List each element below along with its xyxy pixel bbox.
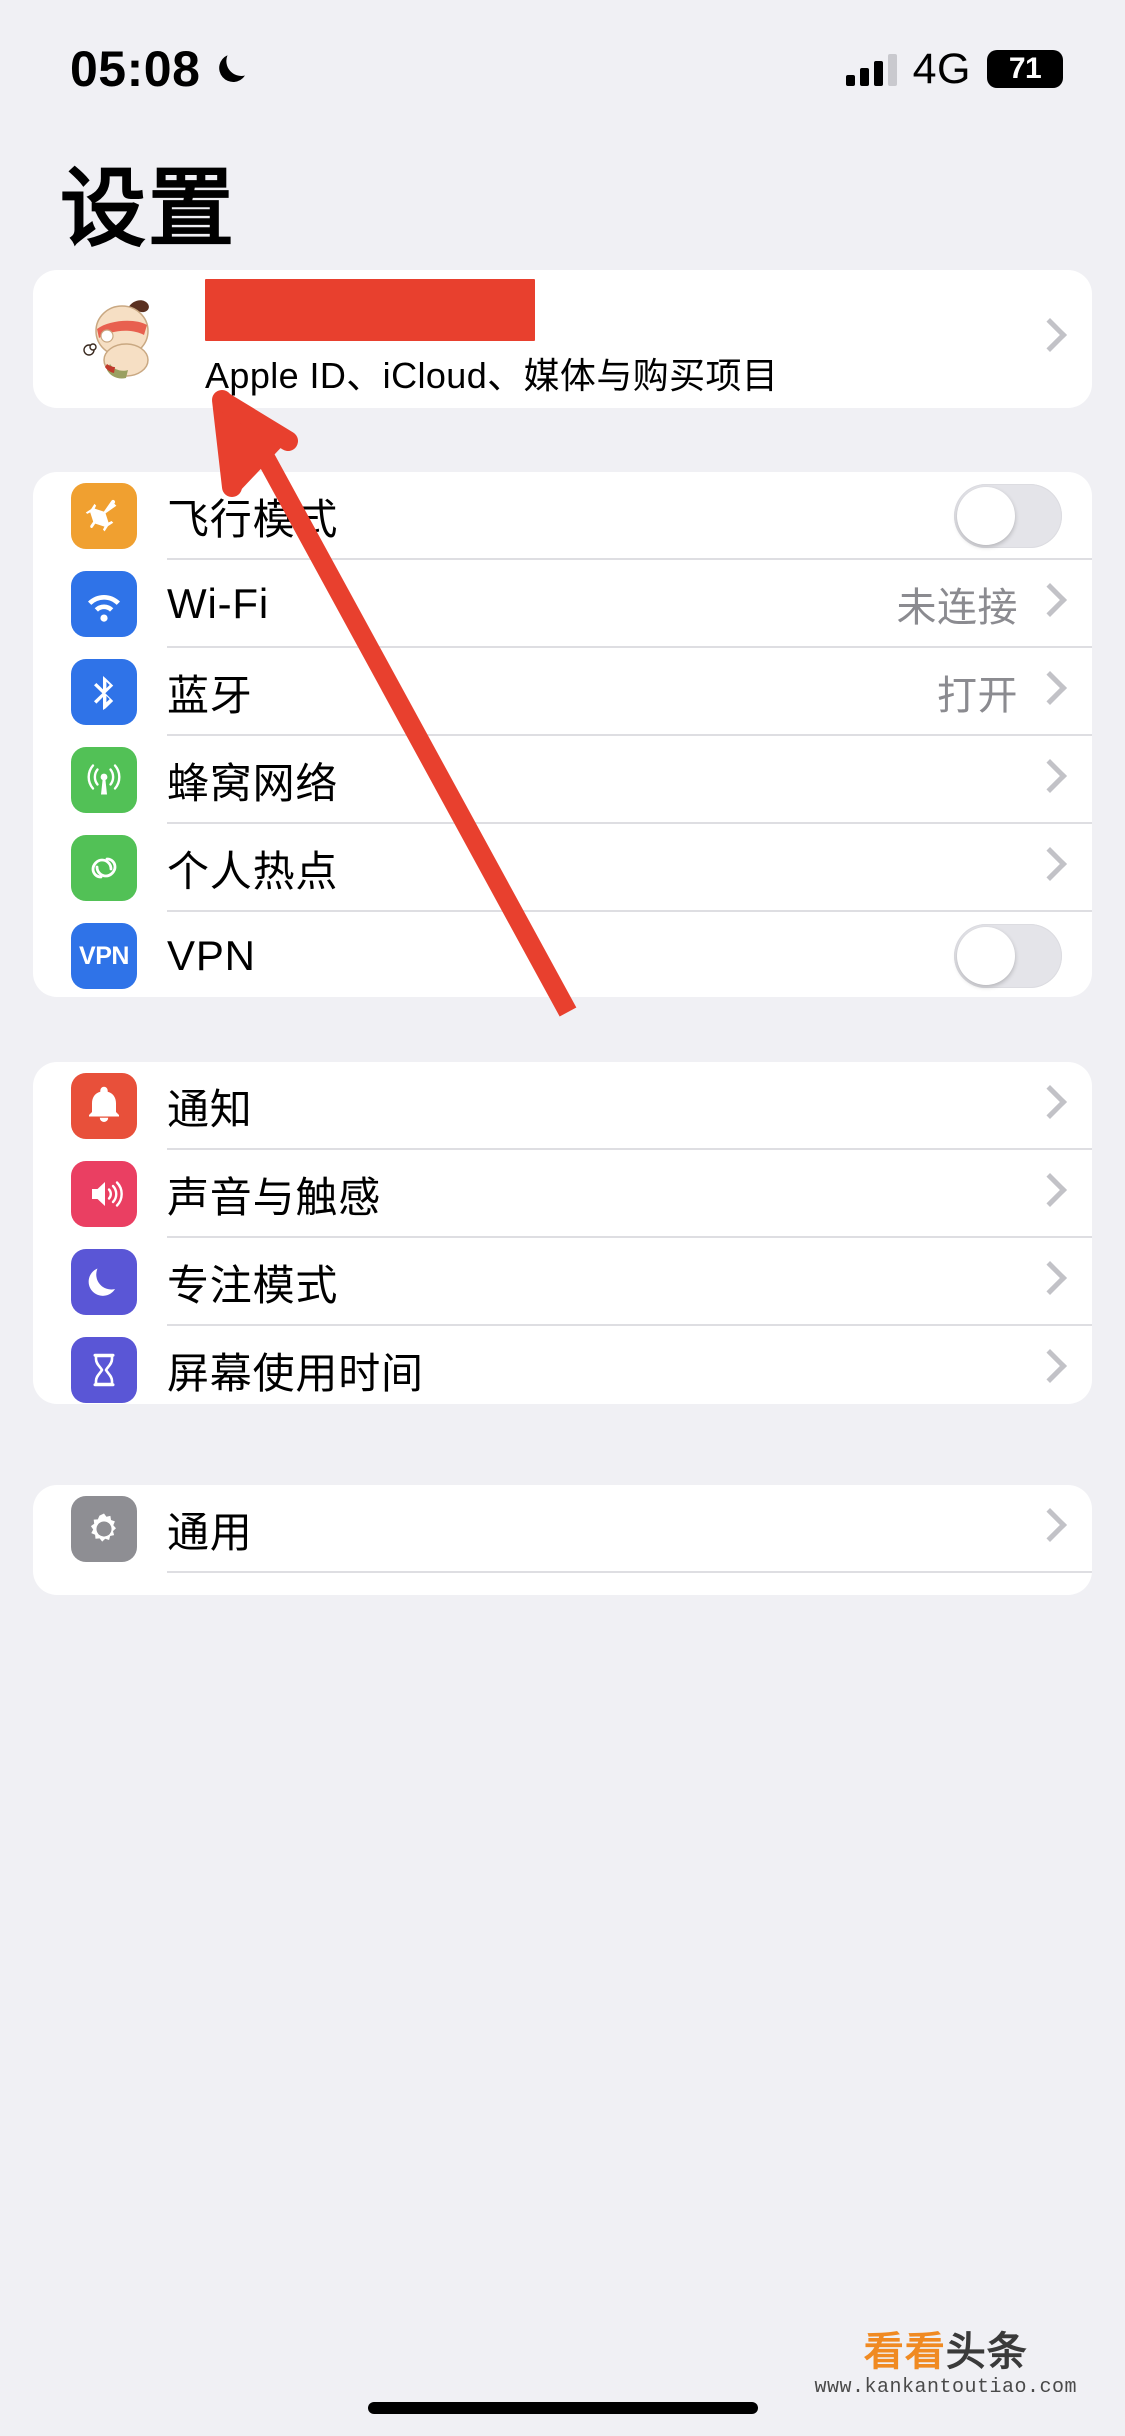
- settings-row-label: VPN: [167, 932, 256, 979]
- settings-row-notifications[interactable]: 通知: [33, 1062, 1092, 1150]
- cellular-signal-icon: [845, 52, 897, 86]
- battery-icon: 71: [987, 50, 1067, 88]
- hourglass-icon: [71, 1337, 137, 1403]
- status-time: 05:08: [70, 41, 201, 97]
- account-name-redaction: [205, 279, 535, 341]
- page-title: 设置: [60, 161, 236, 257]
- moon-focus-icon: [71, 1249, 137, 1315]
- bell-icon: [71, 1073, 137, 1139]
- watermark-brand-dark: 头条: [945, 2330, 1028, 2374]
- chevron-right-icon: [1036, 669, 1062, 715]
- watermark-url: www.kankantoutiao.com: [814, 2376, 1077, 2399]
- network-type-label: 4G: [912, 44, 971, 93]
- user-avatar-cartoon: [71, 286, 177, 392]
- settings-row-vpn[interactable]: VPN VPN: [33, 912, 1092, 997]
- settings-row-wifi[interactable]: Wi-Fi 未连接: [33, 560, 1092, 648]
- cellular-antenna-icon: [71, 747, 137, 813]
- home-indicator: [367, 2402, 758, 2414]
- settings-row-label: 通用: [167, 1508, 253, 1556]
- site-watermark: 看看头条 www.kankantoutiao.com: [814, 2332, 1077, 2398]
- settings-row-label: 声音与触感: [167, 1173, 382, 1221]
- bluetooth-status-value: 打开: [937, 674, 1018, 718]
- vpn-icon: VPN: [71, 923, 137, 989]
- settings-row-screen-time[interactable]: 屏幕使用时间: [33, 1326, 1092, 1404]
- gear-icon: [71, 1496, 137, 1562]
- chevron-right-icon: [1036, 581, 1062, 627]
- settings-row-label: 屏幕使用时间: [167, 1349, 424, 1397]
- status-bar-right: 4G 71: [845, 44, 1067, 94]
- settings-row-label: 飞行模式: [167, 495, 339, 543]
- status-bar: 05:08 4G 71: [0, 0, 1125, 110]
- settings-row-sounds-haptics[interactable]: 声音与触感: [33, 1150, 1092, 1238]
- apple-id-card[interactable]: Apple ID、iCloud、媒体与购买项目: [33, 270, 1092, 408]
- settings-group-system: 通用: [33, 1485, 1092, 1595]
- chevron-right-icon: [1036, 1347, 1062, 1393]
- airplane-mode-toggle[interactable]: [954, 484, 1062, 548]
- speaker-waves-icon: [71, 1161, 137, 1227]
- watermark-brand-orange: 看看: [863, 2330, 946, 2374]
- crescent-moon-icon: [214, 49, 254, 89]
- settings-row-label: 个人热点: [167, 847, 339, 895]
- settings-row-focus[interactable]: 专注模式: [33, 1238, 1092, 1326]
- settings-group-alerts: 通知 声音与触感 专注模式 屏幕使用时间: [33, 1062, 1092, 1404]
- wifi-status-value: 未连接: [896, 586, 1018, 630]
- airplane-icon: [71, 483, 137, 549]
- chevron-right-icon: [1036, 316, 1062, 362]
- settings-row-label: Wi-Fi: [167, 580, 269, 627]
- chevron-right-icon: [1036, 1171, 1062, 1217]
- settings-row-hotspot[interactable]: 个人热点: [33, 824, 1092, 912]
- settings-row-label: 蓝牙: [167, 671, 253, 719]
- vpn-icon-label: VPN: [79, 941, 129, 970]
- apple-id-text-block: Apple ID、iCloud、媒体与购买项目: [177, 279, 1036, 399]
- settings-row-general[interactable]: 通用: [33, 1485, 1092, 1573]
- chevron-right-icon: [1036, 757, 1062, 803]
- settings-row-label: 蜂窝网络: [167, 759, 339, 807]
- settings-row-bluetooth[interactable]: 蓝牙 打开: [33, 648, 1092, 736]
- watermark-brand: 看看头条: [814, 2332, 1077, 2372]
- chevron-right-icon: [1036, 1506, 1062, 1552]
- wifi-icon: [71, 571, 137, 637]
- settings-row-cellular[interactable]: 蜂窝网络: [33, 736, 1092, 824]
- vpn-toggle[interactable]: [954, 924, 1062, 988]
- settings-screen: 05:08 4G 71 设置 Apple ID、iCloud、媒体与购买项目 飞…: [0, 0, 1125, 2436]
- settings-row-label: 专注模式: [167, 1261, 339, 1309]
- row-separator: [167, 1571, 1092, 1573]
- status-bar-left: 05:08: [70, 44, 254, 94]
- settings-row-airplane-mode[interactable]: 飞行模式: [33, 472, 1092, 560]
- chevron-right-icon: [1036, 1259, 1062, 1305]
- battery-level-label: 71: [1008, 52, 1042, 85]
- settings-row-label: 通知: [167, 1085, 253, 1133]
- hotspot-link-icon: [71, 835, 137, 901]
- chevron-right-icon: [1036, 1083, 1062, 1129]
- bluetooth-icon: [71, 659, 137, 725]
- settings-group-connectivity: 飞行模式 Wi-Fi 未连接 蓝牙 打开 蜂窝网络 个人热点 VPN VPN: [33, 472, 1092, 997]
- chevron-right-icon: [1036, 845, 1062, 891]
- apple-id-row[interactable]: Apple ID、iCloud、媒体与购买项目: [33, 270, 1092, 408]
- apple-id-subtitle: Apple ID、iCloud、媒体与购买项目: [205, 355, 779, 396]
